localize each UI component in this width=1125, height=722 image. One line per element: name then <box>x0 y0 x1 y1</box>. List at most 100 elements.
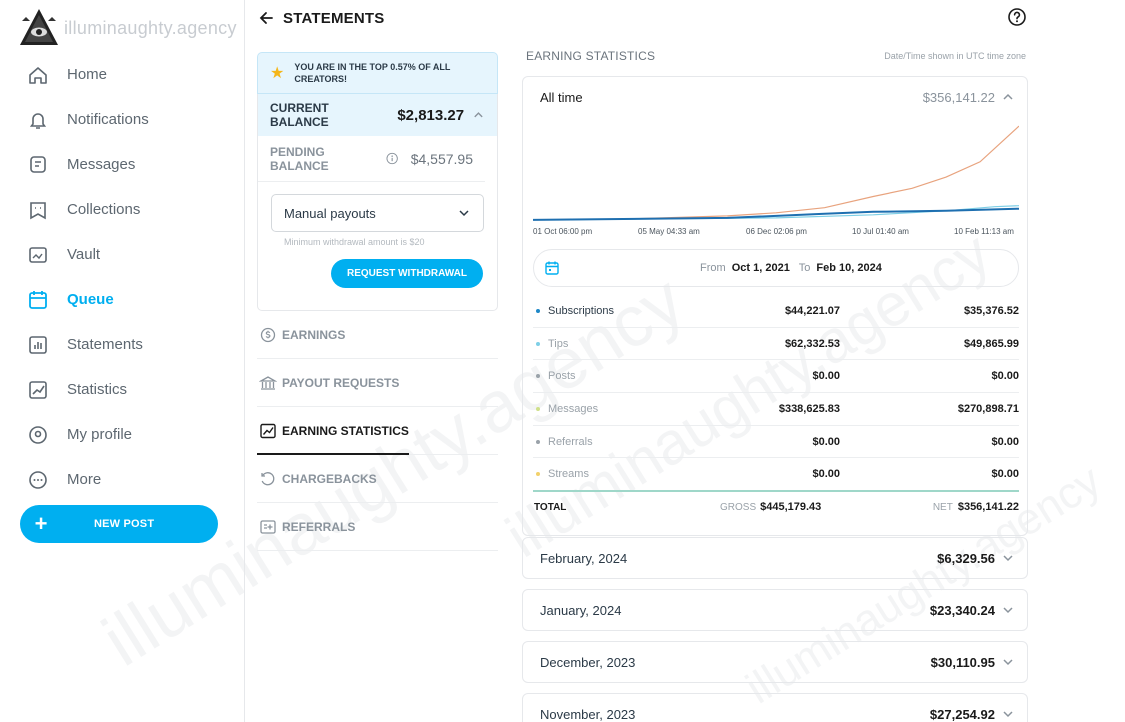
bank-icon <box>259 375 277 390</box>
breakdown-row: Subscriptions $44,221.07 $35,376.52 <box>533 295 1019 328</box>
row-name: Posts <box>548 370 576 383</box>
earning-statistics-panel: EARNING STATISTICS Date/Time shown in UT… <box>522 46 1028 722</box>
sidebar-item-vault[interactable]: Vault <box>24 232 234 277</box>
breakdown-row: Tips $62,332.53 $49,865.99 <box>533 328 1019 361</box>
all-time-card: All time $356,141.22 01 Oct 06:00 pm 05 … <box>522 76 1028 536</box>
sidebar-item-notifications[interactable]: Notifications <box>24 97 234 142</box>
row-net: $35,376.52 <box>963 304 1019 317</box>
month-label: December, 2023 <box>540 654 636 670</box>
earnings-breakdown-table: Subscriptions $44,221.07 $35,376.52 Tips $62… <box>533 295 1019 522</box>
pyramid-eye-logo-icon <box>20 9 58 45</box>
period-total: $356,141.22 <box>922 89 995 105</box>
sidebar-item-statements[interactable]: Statements <box>24 322 234 367</box>
timezone-note: Date/Time shown in UTC time zone <box>884 51 1026 61</box>
sidebar-item-my-profile[interactable]: My profile <box>24 412 234 457</box>
row-name: Messages <box>548 402 599 415</box>
calendar-icon <box>24 286 52 314</box>
row-gross: $44,221.07 <box>784 304 840 317</box>
menu-item-chargebacks[interactable]: CHARGEBACKS <box>257 455 498 503</box>
month-label: November, 2023 <box>540 706 636 722</box>
menu-item-referrals[interactable]: REFERRALS <box>257 503 498 551</box>
row-name: Subscriptions <box>548 304 615 317</box>
balance-card: CURRENT BALANCE $2,813.27 PENDING BALANC… <box>257 94 498 311</box>
all-time-header[interactable]: All time $356,141.22 <box>523 77 1027 117</box>
gross-label: GROSS <box>720 501 757 513</box>
total-net: $356,141.22 <box>957 501 1019 514</box>
request-withdrawal-button[interactable]: REQUEST WITHDRAWAL <box>331 259 483 288</box>
row-gross: $0.00 <box>812 435 840 448</box>
top-creator-text: YOU ARE IN THE TOP 0.57% OF ALL CREATORS… <box>294 62 451 84</box>
sidebar-item-label: Home <box>67 66 108 83</box>
row-name: Tips <box>548 337 569 350</box>
x-tick-label: 06 Dec 02:06 pm <box>746 227 807 236</box>
chevron-down-icon <box>1003 659 1013 666</box>
menu-item-payout-requests[interactable]: PAYOUT REQUESTS <box>257 359 498 407</box>
page-header: STATEMENTS <box>245 0 1042 36</box>
menu-item-earning-statistics[interactable]: EARNING STATISTICS <box>257 407 498 455</box>
sidebar-item-label: Notifications <box>67 111 149 128</box>
logo[interactable]: illuminaughty.agency <box>18 6 237 50</box>
messages-series-line <box>533 125 1019 221</box>
new-post-button[interactable]: + NEW POST <box>20 505 218 543</box>
chevron-up-icon[interactable] <box>472 108 485 122</box>
sidebar-item-label: Statements <box>67 336 143 353</box>
new-post-label: NEW POST <box>94 518 155 530</box>
month-value: $30,110.95 <box>930 654 995 670</box>
page-title: STATEMENTS <box>283 9 385 27</box>
menu-item-earnings[interactable]: EARNINGS <box>257 311 498 359</box>
sidebar-item-more[interactable]: More <box>24 457 234 502</box>
sidebar-item-collections[interactable]: Collections <box>24 187 234 232</box>
x-tick-label: 05 May 04:33 am <box>638 227 700 236</box>
sidebar-item-home[interactable]: Home <box>24 52 234 97</box>
month-row[interactable]: December, 2023 $30,110.95 <box>522 641 1028 683</box>
to-label: To <box>798 262 811 274</box>
total-label: TOTAL <box>534 501 567 513</box>
date-range-picker[interactable]: From Oct 1, 2021 To Feb 10, 2024 <box>533 249 1019 287</box>
row-gross: $62,332.53 <box>784 337 840 350</box>
total-gross: $445,179.43 <box>760 501 822 514</box>
referral-icon <box>260 519 276 534</box>
sidebar-item-label: More <box>67 471 102 488</box>
back-arrow-icon[interactable] <box>249 3 283 33</box>
top-creator-banner: ★ YOU ARE IN THE TOP 0.57% OF ALL CREATO… <box>257 52 498 94</box>
home-icon <box>24 61 52 89</box>
breakdown-row: Posts $0.00 $0.00 <box>533 360 1019 394</box>
row-name: Streams <box>548 468 589 481</box>
statements-menu: EARNINGS PAYOUT REQUESTS EARNING STATISTIC… <box>257 311 498 551</box>
current-balance-value: $2,813.27 <box>397 106 465 124</box>
to-date: Feb 10, 2024 <box>816 262 882 274</box>
sidebar-item-label: Collections <box>67 201 141 218</box>
month-value: $23,340.24 <box>929 602 995 618</box>
pending-balance-row: PENDING BALANCE $4,557.95 <box>258 136 485 182</box>
payout-method-select[interactable]: Manual payouts <box>271 194 484 232</box>
menu-item-label: EARNINGS <box>282 327 346 342</box>
message-icon <box>24 151 52 179</box>
chart-icon <box>260 423 276 438</box>
monthly-list: February, 2024 $6,329.56 January, 2024 $23,… <box>522 537 1028 722</box>
current-balance-row[interactable]: CURRENT BALANCE $2,813.27 <box>258 94 497 136</box>
sidebar-item-label: Vault <box>67 246 101 263</box>
more-icon <box>24 466 52 494</box>
x-tick-label: 10 Jul 01:40 am <box>852 227 909 236</box>
help-icon[interactable] <box>1006 6 1028 28</box>
info-icon[interactable] <box>386 152 399 165</box>
menu-item-label: REFERRALS <box>282 519 356 534</box>
month-row[interactable]: February, 2024 $6,329.56 <box>522 537 1028 579</box>
month-row[interactable]: November, 2023 $27,254.92 <box>522 693 1028 722</box>
sidebar-item-label: Statistics <box>67 381 128 398</box>
earnings-line-chart[interactable] <box>533 121 1019 223</box>
row-name: Referrals <box>548 435 593 448</box>
chevron-down-icon <box>1003 607 1013 614</box>
row-net: $0.00 <box>991 370 1019 383</box>
date-range-text: From Oct 1, 2021 To Feb 10, 2024 <box>700 262 888 274</box>
sidebar-item-messages[interactable]: Messages <box>24 142 234 187</box>
sidebar-item-statistics[interactable]: Statistics <box>24 367 234 412</box>
series-dot <box>536 308 540 313</box>
chevron-down-icon <box>1003 711 1013 718</box>
breakdown-row: Messages $338,625.83 $270,898.71 <box>533 393 1019 426</box>
x-axis-ticks: 01 Oct 06:00 pm 05 May 04:33 am 06 Dec 0… <box>533 227 1021 241</box>
sidebar-item-queue[interactable]: Queue <box>24 277 234 322</box>
month-row[interactable]: January, 2024 $23,340.24 <box>522 589 1028 631</box>
total-row: TOTAL GROSS $445,179.43 NET $356,141.22 <box>533 490 1019 522</box>
x-tick-label: 01 Oct 06:00 pm <box>533 227 593 236</box>
